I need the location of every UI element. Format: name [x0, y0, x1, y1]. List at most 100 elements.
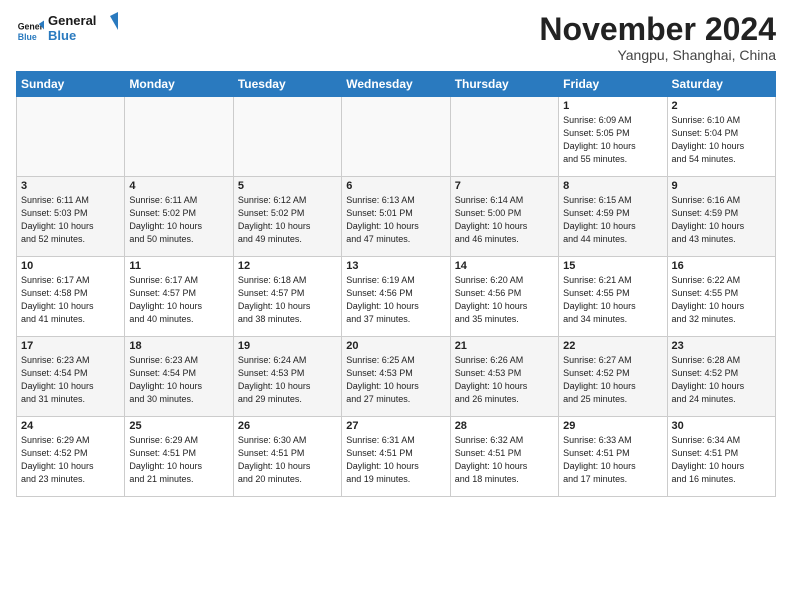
day-number: 17: [21, 340, 120, 352]
day-info: Sunrise: 6:27 AM Sunset: 4:52 PM Dayligh…: [563, 354, 662, 406]
header: General Blue General Blue November 2024 …: [16, 12, 776, 63]
day-info: Sunrise: 6:31 AM Sunset: 4:51 PM Dayligh…: [346, 434, 445, 486]
svg-text:Blue: Blue: [18, 31, 37, 41]
day-number: 25: [129, 420, 228, 432]
day-number: 10: [21, 260, 120, 272]
day-number: 27: [346, 420, 445, 432]
day-number: 23: [672, 340, 771, 352]
day-cell: 22Sunrise: 6:27 AM Sunset: 4:52 PM Dayli…: [559, 337, 667, 417]
svg-text:Blue: Blue: [48, 28, 76, 43]
logo: General Blue General Blue: [16, 12, 118, 49]
day-cell: 19 Sunrise: 6:24 AM Sunset: 4:53 PM Dayli…: [233, 337, 341, 417]
day-cell: 28 Sunrise: 6:32 AM Sunset: 4:51 PM Dayli…: [450, 417, 558, 497]
day-cell: 8Sunrise: 6:15 AM Sunset: 4:59 PM Daylig…: [559, 177, 667, 257]
day-number: 5: [238, 180, 337, 192]
day-info: Sunrise: 6:24 AM Sunset: 4:53 PM Dayligh…: [238, 354, 337, 406]
week-row-1: 1 Sunrise: 6:09 AM Sunset: 5:05 PM Daylig…: [17, 97, 776, 177]
day-number: 24: [21, 420, 120, 432]
day-number: 26: [238, 420, 337, 432]
day-cell: 30 Sunrise: 6:34 AM Sunset: 4:51 PM Dayli…: [667, 417, 775, 497]
day-cell: [233, 97, 341, 177]
day-number: 2: [672, 100, 771, 112]
title-area: November 2024 Yangpu, Shanghai, China: [539, 12, 776, 63]
day-info: Sunrise: 6:29 AM Sunset: 4:52 PM Dayligh…: [21, 434, 120, 486]
header-row: SundayMondayTuesdayWednesdayThursdayFrid…: [17, 72, 776, 97]
day-cell: 16Sunrise: 6:22 AM Sunset: 4:55 PM Dayli…: [667, 257, 775, 337]
day-cell: 20Sunrise: 6:25 AM Sunset: 4:53 PM Dayli…: [342, 337, 450, 417]
day-cell: 15Sunrise: 6:21 AM Sunset: 4:55 PM Dayli…: [559, 257, 667, 337]
day-info: Sunrise: 6:15 AM Sunset: 4:59 PM Dayligh…: [563, 194, 662, 246]
day-cell: [450, 97, 558, 177]
day-number: 30: [672, 420, 771, 432]
day-cell: 13 Sunrise: 6:19 AM Sunset: 4:56 PM Dayli…: [342, 257, 450, 337]
day-info: Sunrise: 6:17 AM Sunset: 4:57 PM Dayligh…: [129, 274, 228, 326]
day-cell: 11Sunrise: 6:17 AM Sunset: 4:57 PM Dayli…: [125, 257, 233, 337]
day-cell: 3Sunrise: 6:11 AM Sunset: 5:03 PM Daylig…: [17, 177, 125, 257]
day-info: Sunrise: 6:19 AM Sunset: 4:56 PM Dayligh…: [346, 274, 445, 326]
day-cell: [342, 97, 450, 177]
day-cell: 12Sunrise: 6:18 AM Sunset: 4:57 PM Dayli…: [233, 257, 341, 337]
day-number: 9: [672, 180, 771, 192]
day-info: Sunrise: 6:22 AM Sunset: 4:55 PM Dayligh…: [672, 274, 771, 326]
day-cell: 4 Sunrise: 6:11 AM Sunset: 5:02 PM Daylig…: [125, 177, 233, 257]
day-info: Sunrise: 6:23 AM Sunset: 4:54 PM Dayligh…: [21, 354, 120, 406]
day-info: Sunrise: 6:34 AM Sunset: 4:51 PM Dayligh…: [672, 434, 771, 486]
day-number: 12: [238, 260, 337, 272]
header-thursday: Thursday: [450, 72, 558, 97]
day-info: Sunrise: 6:14 AM Sunset: 5:00 PM Dayligh…: [455, 194, 554, 246]
day-info: Sunrise: 6:16 AM Sunset: 4:59 PM Dayligh…: [672, 194, 771, 246]
day-number: 3: [21, 180, 120, 192]
day-info: Sunrise: 6:12 AM Sunset: 5:02 PM Dayligh…: [238, 194, 337, 246]
header-friday: Friday: [559, 72, 667, 97]
day-number: 1: [563, 100, 662, 112]
week-row-3: 10 Sunrise: 6:17 AM Sunset: 4:58 PM Dayli…: [17, 257, 776, 337]
svg-text:General: General: [48, 13, 96, 28]
day-cell: 24 Sunrise: 6:29 AM Sunset: 4:52 PM Dayli…: [17, 417, 125, 497]
day-info: Sunrise: 6:17 AM Sunset: 4:58 PM Dayligh…: [21, 274, 120, 326]
day-cell: 6Sunrise: 6:13 AM Sunset: 5:01 PM Daylig…: [342, 177, 450, 257]
day-info: Sunrise: 6:09 AM Sunset: 5:05 PM Dayligh…: [563, 114, 662, 166]
svg-text:General: General: [18, 21, 44, 31]
day-info: Sunrise: 6:10 AM Sunset: 5:04 PM Dayligh…: [672, 114, 771, 166]
day-number: 28: [455, 420, 554, 432]
day-info: Sunrise: 6:28 AM Sunset: 4:52 PM Dayligh…: [672, 354, 771, 406]
day-info: Sunrise: 6:20 AM Sunset: 4:56 PM Dayligh…: [455, 274, 554, 326]
day-info: Sunrise: 6:30 AM Sunset: 4:51 PM Dayligh…: [238, 434, 337, 486]
logo-svg: General Blue: [48, 12, 118, 44]
day-cell: 10 Sunrise: 6:17 AM Sunset: 4:58 PM Dayli…: [17, 257, 125, 337]
day-cell: 9 Sunrise: 6:16 AM Sunset: 4:59 PM Daylig…: [667, 177, 775, 257]
day-number: 20: [346, 340, 445, 352]
calendar-table: SundayMondayTuesdayWednesdayThursdayFrid…: [16, 71, 776, 497]
day-cell: 5 Sunrise: 6:12 AM Sunset: 5:02 PM Daylig…: [233, 177, 341, 257]
week-row-2: 3Sunrise: 6:11 AM Sunset: 5:03 PM Daylig…: [17, 177, 776, 257]
month-title: November 2024: [539, 12, 776, 47]
day-info: Sunrise: 6:32 AM Sunset: 4:51 PM Dayligh…: [455, 434, 554, 486]
day-number: 21: [455, 340, 554, 352]
header-wednesday: Wednesday: [342, 72, 450, 97]
day-info: Sunrise: 6:13 AM Sunset: 5:01 PM Dayligh…: [346, 194, 445, 246]
day-cell: [125, 97, 233, 177]
day-cell: 2 Sunrise: 6:10 AM Sunset: 5:04 PM Daylig…: [667, 97, 775, 177]
day-number: 4: [129, 180, 228, 192]
day-cell: 7 Sunrise: 6:14 AM Sunset: 5:00 PM Daylig…: [450, 177, 558, 257]
header-monday: Monday: [125, 72, 233, 97]
day-cell: 21 Sunrise: 6:26 AM Sunset: 4:53 PM Dayli…: [450, 337, 558, 417]
day-number: 29: [563, 420, 662, 432]
day-number: 19: [238, 340, 337, 352]
day-cell: 1 Sunrise: 6:09 AM Sunset: 5:05 PM Daylig…: [559, 97, 667, 177]
header-sunday: Sunday: [17, 72, 125, 97]
day-number: 7: [455, 180, 554, 192]
week-row-5: 24 Sunrise: 6:29 AM Sunset: 4:52 PM Dayli…: [17, 417, 776, 497]
day-cell: 26 Sunrise: 6:30 AM Sunset: 4:51 PM Dayli…: [233, 417, 341, 497]
day-info: Sunrise: 6:21 AM Sunset: 4:55 PM Dayligh…: [563, 274, 662, 326]
day-info: Sunrise: 6:11 AM Sunset: 5:02 PM Dayligh…: [129, 194, 228, 246]
day-number: 18: [129, 340, 228, 352]
day-cell: 18Sunrise: 6:23 AM Sunset: 4:54 PM Dayli…: [125, 337, 233, 417]
day-info: Sunrise: 6:26 AM Sunset: 4:53 PM Dayligh…: [455, 354, 554, 406]
day-cell: 27 Sunrise: 6:31 AM Sunset: 4:51 PM Dayli…: [342, 417, 450, 497]
day-number: 13: [346, 260, 445, 272]
day-cell: 23 Sunrise: 6:28 AM Sunset: 4:52 PM Dayli…: [667, 337, 775, 417]
week-row-4: 17 Sunrise: 6:23 AM Sunset: 4:54 PM Dayli…: [17, 337, 776, 417]
day-cell: 17 Sunrise: 6:23 AM Sunset: 4:54 PM Dayli…: [17, 337, 125, 417]
day-number: 14: [455, 260, 554, 272]
